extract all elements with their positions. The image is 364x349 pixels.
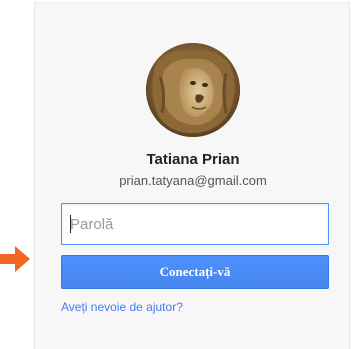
help-link[interactable]: Aveți nevoie de ajutor? <box>61 300 183 314</box>
lion-photo-icon <box>146 43 240 137</box>
avatar <box>146 43 240 137</box>
signin-button[interactable]: Conectați-vă <box>61 255 329 289</box>
right-arrow-icon <box>0 244 32 274</box>
text-caret <box>70 215 71 233</box>
account-name: Tatiana Prian <box>146 151 240 168</box>
signin-card: Tatiana Prian prian.tatyana@gmail.com Co… <box>34 2 350 349</box>
account-email: prian.tatyana@gmail.com <box>119 173 267 188</box>
password-input[interactable] <box>61 203 329 245</box>
signin-page: Tatiana Prian prian.tatyana@gmail.com Co… <box>0 0 364 349</box>
